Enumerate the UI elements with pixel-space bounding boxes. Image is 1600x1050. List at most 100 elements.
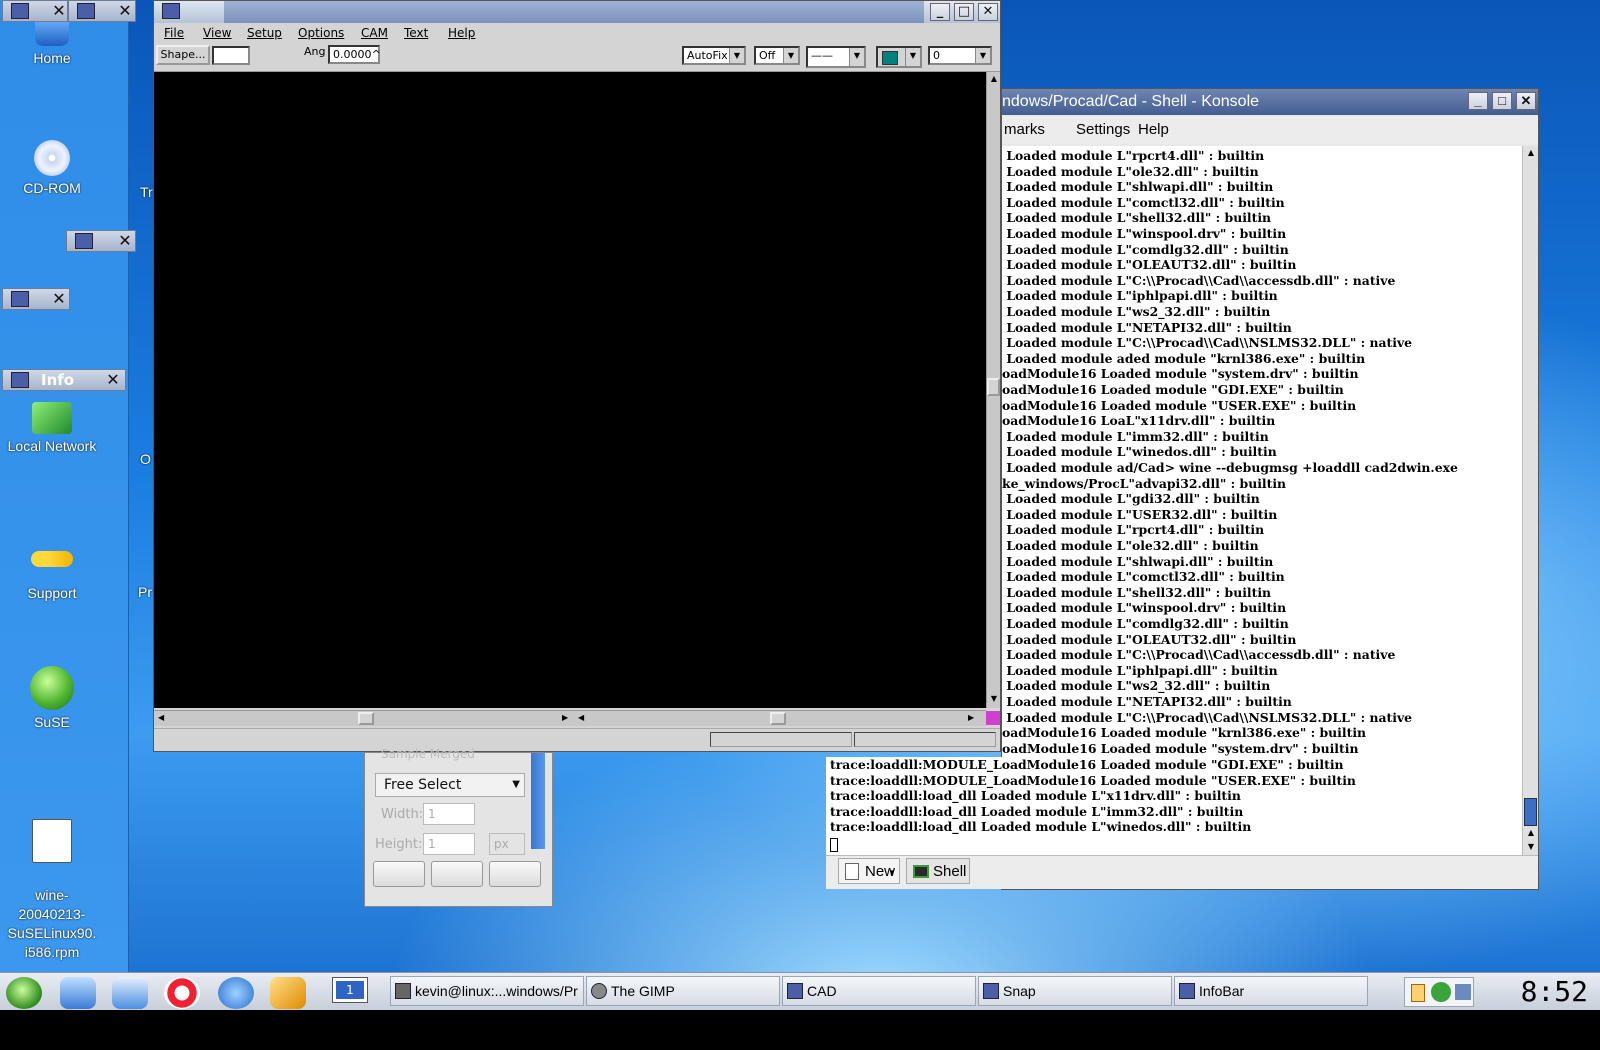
terminal-output[interactable]: Loaded module L"rpcrt4.dll" : builtin Lo… xyxy=(1002,146,1522,856)
help-launcher-icon[interactable] xyxy=(164,977,200,1009)
menu-text[interactable]: Text xyxy=(404,26,428,40)
desktop-icon-home[interactable]: Home xyxy=(0,18,112,66)
shape-input[interactable] xyxy=(212,46,250,65)
select-mode-dropdown[interactable]: Free Select ▼ xyxy=(375,773,525,797)
menu-file[interactable]: File xyxy=(164,26,184,40)
close-icon[interactable]: ✕ xyxy=(103,371,123,389)
task-cad[interactable]: CAD xyxy=(782,976,976,1006)
cad-horizontal-scrollbar[interactable]: ◀ ▶ ◀ ▶ xyxy=(154,710,986,726)
scroll-left-icon[interactable]: ◀ xyxy=(578,713,584,722)
terminal-line: Loaded module ad/Cad> wine --debugmsg +l… xyxy=(1002,460,1458,475)
scroll-up-icon[interactable]: ▲ xyxy=(1525,828,1537,837)
infobar-titlebar[interactable]: Info ✕ xyxy=(2,369,126,391)
menu-settings[interactable]: Settings xyxy=(1076,121,1130,138)
desktop-icon-local-network[interactable]: Local Network xyxy=(0,402,112,454)
layer-select[interactable]: 0 ▼ xyxy=(928,46,992,65)
color-select[interactable]: ▼ xyxy=(876,46,922,68)
line-style-select[interactable]: —— ▼ xyxy=(806,46,866,68)
home-launcher-icon[interactable] xyxy=(60,977,96,1009)
minimize-icon[interactable]: _ xyxy=(930,3,950,21)
tab-shell[interactable]: Shell xyxy=(906,858,970,884)
terminal-line: Loaded module L"iphlpapi.dll" : builtin xyxy=(1002,288,1278,304)
reset-icon[interactable] xyxy=(489,861,541,887)
monitor-icon[interactable] xyxy=(1455,984,1471,1000)
terminal-line: oadModule16 Loaded module "system.drv" :… xyxy=(1002,740,1359,756)
mail-launcher-icon[interactable] xyxy=(112,977,148,1009)
cad-vertical-scrollbar[interactable]: ▲ ▼ xyxy=(986,72,1000,708)
scroll-right-icon[interactable]: ▶ xyxy=(968,713,974,722)
stray-window-titlebar[interactable]: ✕ xyxy=(68,0,136,22)
restore-icon[interactable] xyxy=(431,861,483,887)
stray-window-titlebar[interactable]: ✕ xyxy=(2,288,70,310)
klipper-icon[interactable] xyxy=(1411,984,1425,1002)
chevron-down-icon[interactable]: ▼ xyxy=(849,48,864,66)
scroll-down-icon[interactable]: ▼ xyxy=(1525,842,1537,851)
close-icon[interactable]: ✕ xyxy=(49,2,69,20)
cad-titlebar[interactable]: _ □ ✕ xyxy=(154,1,1000,23)
pager-desktop-1[interactable]: 1 xyxy=(336,981,364,999)
maximize-icon[interactable]: □ xyxy=(954,3,974,21)
scroll-down-icon[interactable]: ▼ xyxy=(988,694,1000,703)
shape-button[interactable]: Shape... xyxy=(156,45,210,65)
desktop-icon-wine-rpm[interactable]: wine- 20040213- SuSELinux90. i586.rpm xyxy=(0,800,112,962)
close-icon[interactable]: ✕ xyxy=(49,290,69,308)
task-konsole[interactable]: kevin@linux:...windows/Pr xyxy=(390,976,584,1006)
chevron-down-icon[interactable]: ▼ xyxy=(975,48,990,63)
close-icon[interactable]: ✕ xyxy=(978,3,998,21)
menu-view[interactable]: View xyxy=(203,26,231,40)
terminal-line: Loaded module L"comctl32.dll" : builtin xyxy=(1002,194,1285,210)
clock[interactable]: 8:52 xyxy=(1521,973,1588,1011)
desktop-icon-cdrom[interactable]: CD-ROM xyxy=(0,140,112,196)
desktop-icon-suse[interactable]: SuSE xyxy=(0,666,112,730)
maximize-icon[interactable]: □ xyxy=(1492,92,1512,110)
panel-scrollbar[interactable] xyxy=(531,753,545,849)
task-infobar[interactable]: InfoBar xyxy=(1174,976,1368,1006)
minimize-icon[interactable]: _ xyxy=(1468,92,1488,110)
chevron-down-icon[interactable]: ▼ xyxy=(905,48,920,66)
menu-setup[interactable]: Setup xyxy=(247,26,282,40)
snap-mode-select[interactable]: AutoFix ▼ xyxy=(682,46,746,65)
task-gimp[interactable]: The GIMP xyxy=(586,976,780,1006)
chevron-down-icon[interactable]: ▼ xyxy=(729,48,744,63)
sample-merged-checkbox[interactable]: Sample Merged xyxy=(381,747,475,761)
menu-bookmarks[interactable]: marks xyxy=(1004,121,1045,138)
office-launcher-icon[interactable] xyxy=(270,977,306,1009)
new-document-icon xyxy=(845,863,859,880)
ortho-mode-select[interactable]: Off ▼ xyxy=(754,46,800,65)
close-icon[interactable]: ✕ xyxy=(115,2,135,20)
save-icon[interactable] xyxy=(373,861,425,887)
stray-window-titlebar[interactable]: ✕ xyxy=(2,0,68,22)
desktop-pager[interactable]: 1 xyxy=(332,977,368,1003)
close-icon[interactable]: ✕ xyxy=(115,232,135,250)
desktop-icon-support[interactable]: Support xyxy=(0,545,112,601)
width-spin-input[interactable]: 1 xyxy=(423,803,475,825)
unit-select[interactable]: px xyxy=(489,833,525,855)
scroll-left-icon[interactable]: ◀ xyxy=(158,713,164,722)
height-spin-input[interactable]: 1 xyxy=(423,833,475,855)
scroll-thumb[interactable] xyxy=(987,378,1000,396)
terminal-line: Loaded module L"winspool.drv" : builtin xyxy=(1002,226,1287,241)
scroll-right-icon[interactable]: ▶ xyxy=(562,713,568,722)
angle-input[interactable]: 0.0000^ xyxy=(328,45,381,64)
info-icon[interactable] xyxy=(1431,982,1451,1002)
menu-help[interactable]: Help xyxy=(448,26,475,40)
close-icon[interactable]: ✕ xyxy=(1516,92,1536,110)
cad-drawing-canvas[interactable] xyxy=(154,72,986,708)
menu-options[interactable]: Options xyxy=(298,26,344,40)
new-session-button[interactable]: New ▼ xyxy=(838,858,900,884)
browser-launcher-icon[interactable] xyxy=(218,977,254,1009)
chevron-down-icon[interactable]: ▼ xyxy=(783,48,798,63)
scroll-up-icon[interactable]: ▲ xyxy=(1525,148,1537,157)
terminal-scrollbar[interactable]: ▲ ▲ ▼ xyxy=(1522,146,1538,856)
scroll-thumb[interactable] xyxy=(358,712,374,725)
scroll-up-icon[interactable]: ▲ xyxy=(988,74,1000,83)
scroll-thumb[interactable] xyxy=(770,712,786,725)
menu-help[interactable]: Help xyxy=(1138,121,1169,138)
terminal-line: Loaded module L"rpcrt4.dll" : builtin xyxy=(1002,148,1265,163)
konsole-titlebar[interactable]: ndows/Procad/Cad - Shell - Konsole _ □ ✕ xyxy=(1002,89,1538,115)
stray-window-titlebar[interactable]: ✕ xyxy=(66,230,136,252)
suse-menu-icon[interactable] xyxy=(6,977,42,1009)
task-snap[interactable]: Snap xyxy=(978,976,1172,1006)
scroll-thumb[interactable] xyxy=(1524,798,1537,826)
menu-cam[interactable]: CAM xyxy=(361,26,388,40)
